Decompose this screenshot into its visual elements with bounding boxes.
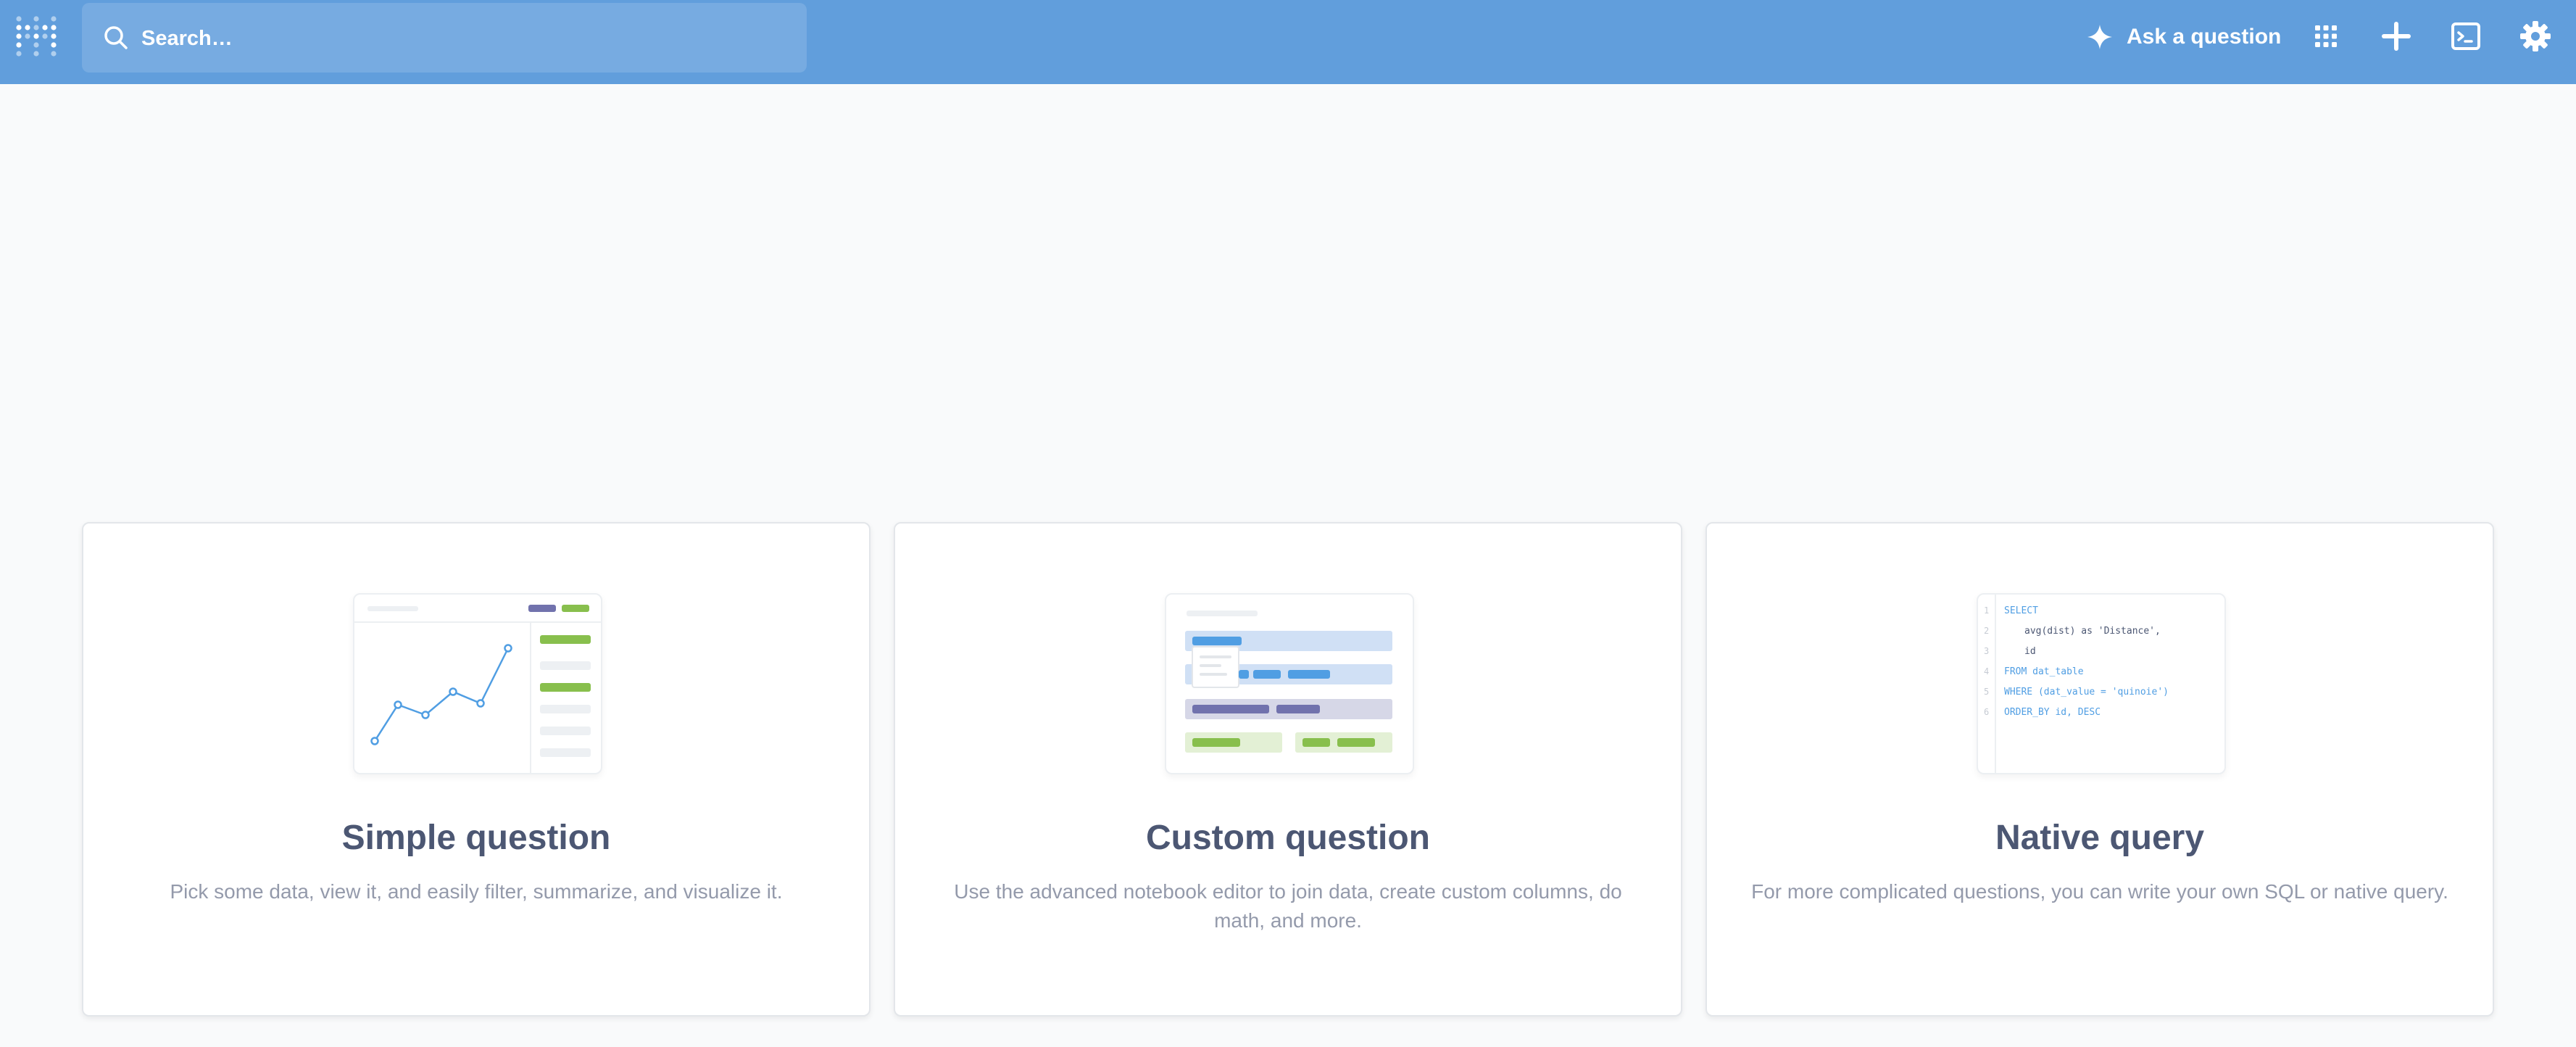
code-line-number: 4: [1984, 666, 1989, 676]
gear-icon[interactable]: [2519, 20, 2552, 53]
card-description: For more complicated questions, you can …: [1751, 880, 2448, 903]
sparkle-icon: [2087, 25, 2112, 49]
card-description: Use the advanced notebook editor to join…: [954, 880, 1622, 932]
code-line-number: 1: [1984, 605, 1989, 616]
code-line: SELECT: [2004, 605, 2038, 616]
grid-icon[interactable]: [2309, 20, 2343, 53]
ask-a-question-button[interactable]: Ask a question: [2086, 17, 2281, 57]
search-input[interactable]: [140, 20, 781, 57]
card-description: Pick some data, view it, and easily filt…: [170, 880, 783, 903]
code-line: ORDER_BY id, DESC: [2004, 707, 2101, 718]
metabase-logo-icon[interactable]: [16, 16, 57, 57]
ask-a-question-label: Ask a question: [2127, 25, 2282, 49]
plus-icon[interactable]: [2380, 20, 2413, 53]
custom-question-illustration: [1165, 593, 1414, 774]
code-line-number: 3: [1984, 646, 1989, 656]
simple-question-card[interactable]: Simple question Pick some data, view it,…: [82, 522, 871, 1017]
code-line: avg(dist) as 'Distance',: [2024, 626, 2161, 637]
code-line-number: 6: [1984, 707, 1989, 717]
code-line-number: 5: [1984, 687, 1989, 697]
search-icon: [104, 26, 128, 49]
card-title: Simple question: [341, 819, 611, 857]
code-line: WHERE (dat_value = 'quinoie'): [2004, 687, 2169, 698]
terminal-icon[interactable]: [2449, 20, 2482, 53]
code-line-number: 2: [1984, 626, 1989, 636]
custom-question-card[interactable]: Custom question Use the advanced noteboo…: [894, 522, 1682, 1017]
native-query-illustration: 1 2 3 4 5 6 SELECT avg(dist) as 'Distanc…: [1977, 593, 2226, 774]
simple-question-illustration: [353, 593, 602, 774]
native-query-card[interactable]: 1 2 3 4 5 6 SELECT avg(dist) as 'Distanc…: [1705, 522, 2494, 1017]
card-title: Native query: [1995, 819, 2205, 857]
card-title: Custom question: [1146, 819, 1430, 857]
top-navbar: Ask a question: [0, 0, 2576, 84]
search-bar[interactable]: [82, 3, 807, 73]
code-line: id: [2024, 646, 2036, 657]
code-line: FROM dat_table: [2004, 666, 2084, 677]
